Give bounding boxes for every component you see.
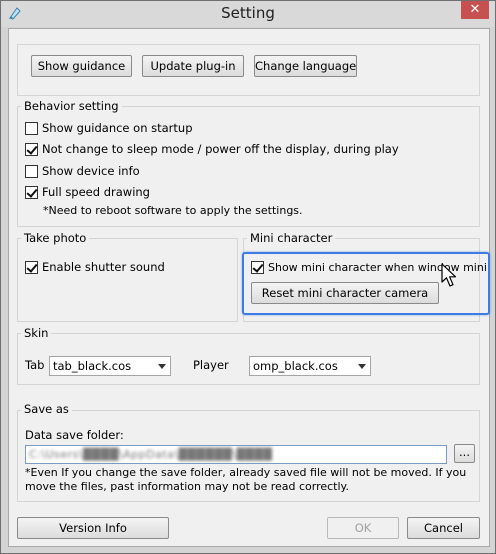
window-title: Setting — [221, 4, 275, 22]
ok-button[interactable]: OK — [327, 517, 399, 539]
save-folder-note: *Even If you change the save folder, alr… — [25, 466, 467, 493]
change-language-button[interactable]: Change language — [254, 55, 357, 77]
data-save-folder-label: Data save folder: — [25, 428, 124, 442]
checkbox-label: Full speed drawing — [42, 185, 150, 199]
tab-skin-value: tab_black.cos — [53, 359, 132, 373]
reboot-note: *Need to reboot software to apply the se… — [43, 204, 303, 217]
chevron-down-icon[interactable] — [358, 364, 366, 369]
check-mark-icon — [26, 185, 38, 198]
close-icon: ✕ — [469, 2, 481, 17]
settings-window: Setting ✕ Show guidance Update plug-in C… — [0, 0, 496, 554]
checkbox-label: Not change to sleep mode / power off the… — [42, 142, 399, 156]
browse-folder-button[interactable]: ... — [454, 444, 475, 463]
close-button[interactable]: ✕ — [461, 1, 489, 19]
save-folder-path-input[interactable]: C:\Users\████\AppData\██████\████ — [25, 445, 447, 464]
checkbox-box[interactable] — [25, 185, 38, 199]
show-guidance-button[interactable]: Show guidance — [31, 55, 132, 77]
player-skin-label: Player — [193, 358, 229, 372]
checkbox-box[interactable] — [25, 121, 38, 135]
checkbox-label: Show device info — [42, 164, 140, 178]
skin-legend: Skin — [21, 326, 52, 340]
version-info-button[interactable]: Version Info — [17, 517, 169, 539]
cancel-button[interactable]: Cancel — [407, 517, 480, 539]
checkbox-label: Enable shutter sound — [42, 260, 165, 274]
chevron-down-icon[interactable] — [158, 364, 166, 369]
checkbox-box[interactable] — [25, 164, 38, 178]
enable-shutter-sound-checkbox[interactable]: Enable shutter sound — [25, 259, 165, 275]
tab-skin-label: Tab — [25, 358, 45, 372]
save-folder-path-value: C:\Users\████\AppData\██████\████ — [29, 448, 273, 461]
check-mark-icon — [26, 142, 38, 155]
checkbox-label: Show guidance on startup — [42, 121, 193, 135]
behavior-setting-legend: Behavior setting — [21, 99, 122, 113]
checkbox-box[interactable] — [25, 260, 38, 274]
show-device-info-checkbox[interactable]: Show device info — [25, 163, 140, 179]
mini-character-legend: Mini character — [247, 231, 336, 245]
save-as-legend: Save as — [21, 402, 72, 416]
checkbox-box[interactable] — [25, 142, 38, 156]
take-photo-group — [17, 238, 238, 322]
no-sleep-checkbox[interactable]: Not change to sleep mode / power off the… — [25, 141, 399, 157]
mouse-cursor-icon — [441, 263, 457, 287]
update-plugin-button[interactable]: Update plug-in — [142, 55, 244, 77]
player-skin-value: omp_black.cos — [253, 359, 338, 373]
player-skin-select[interactable]: omp_black.cos — [249, 356, 371, 376]
tab-skin-select[interactable]: tab_black.cos — [49, 356, 171, 376]
check-mark-icon — [26, 260, 38, 273]
full-speed-drawing-checkbox[interactable]: Full speed drawing — [25, 184, 150, 200]
take-photo-legend: Take photo — [21, 231, 90, 245]
show-guidance-startup-checkbox[interactable]: Show guidance on startup — [25, 120, 193, 136]
title-bar[interactable]: Setting ✕ — [1, 1, 495, 27]
